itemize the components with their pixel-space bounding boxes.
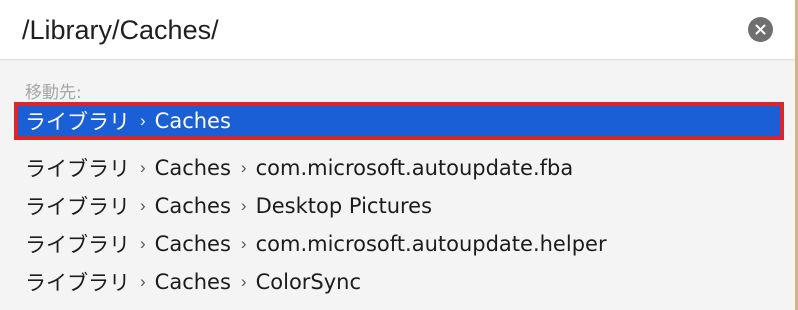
- path-segment: ライブラリ: [25, 157, 130, 181]
- chevron-right-icon: ›: [140, 196, 146, 215]
- result-row[interactable]: ライブラリ › Caches › Desktop Pictures: [14, 187, 784, 225]
- path-segment: ColorSync: [255, 270, 362, 294]
- clear-button[interactable]: [748, 17, 773, 42]
- path-segment: ライブラリ: [25, 233, 130, 257]
- chevron-right-icon: ›: [240, 158, 247, 177]
- path-segment: ライブラリ: [25, 110, 130, 134]
- chevron-right-icon: ›: [140, 272, 146, 291]
- chevron-right-icon: ›: [240, 234, 247, 253]
- path-segment: com.microsoft.autoupdate.helper: [255, 232, 607, 256]
- path-bar: [0, 0, 798, 60]
- result-row[interactable]: ライブラリ › Caches: [14, 102, 784, 140]
- path-segment: Caches: [154, 109, 231, 133]
- path-segment: ライブラリ: [25, 271, 130, 295]
- path-segment: Caches: [154, 156, 231, 180]
- result-row[interactable]: ライブラリ › Caches › ColorSync: [14, 263, 784, 301]
- chevron-right-icon: ›: [140, 234, 146, 253]
- path-segment: Caches: [154, 270, 231, 294]
- result-row[interactable]: ライブラリ › Caches › com.microsoft.autoupdat…: [14, 225, 784, 263]
- results-list: 移動先: ライブラリ › Caches ライブラリ › Caches › com…: [0, 61, 798, 310]
- path-segment: Caches: [154, 194, 231, 218]
- chevron-right-icon: ›: [140, 158, 146, 177]
- path-segment: Desktop Pictures: [255, 194, 433, 218]
- path-segment: com.microsoft.autoupdate.fba: [255, 156, 574, 180]
- chevron-right-icon: ›: [240, 272, 247, 291]
- section-label: 移動先:: [25, 83, 82, 103]
- path-segment: Caches: [154, 232, 231, 256]
- chevron-right-icon: ›: [240, 196, 247, 215]
- path-segment: ライブラリ: [25, 195, 130, 219]
- go-to-folder-dialog: 移動先: ライブラリ › Caches ライブラリ › Caches › com…: [0, 0, 798, 310]
- clear-circle-x-icon: [755, 24, 766, 35]
- path-input[interactable]: [22, 10, 722, 50]
- chevron-right-icon: ›: [140, 111, 146, 130]
- result-row[interactable]: ライブラリ › Caches › com.microsoft.autoupdat…: [14, 149, 784, 187]
